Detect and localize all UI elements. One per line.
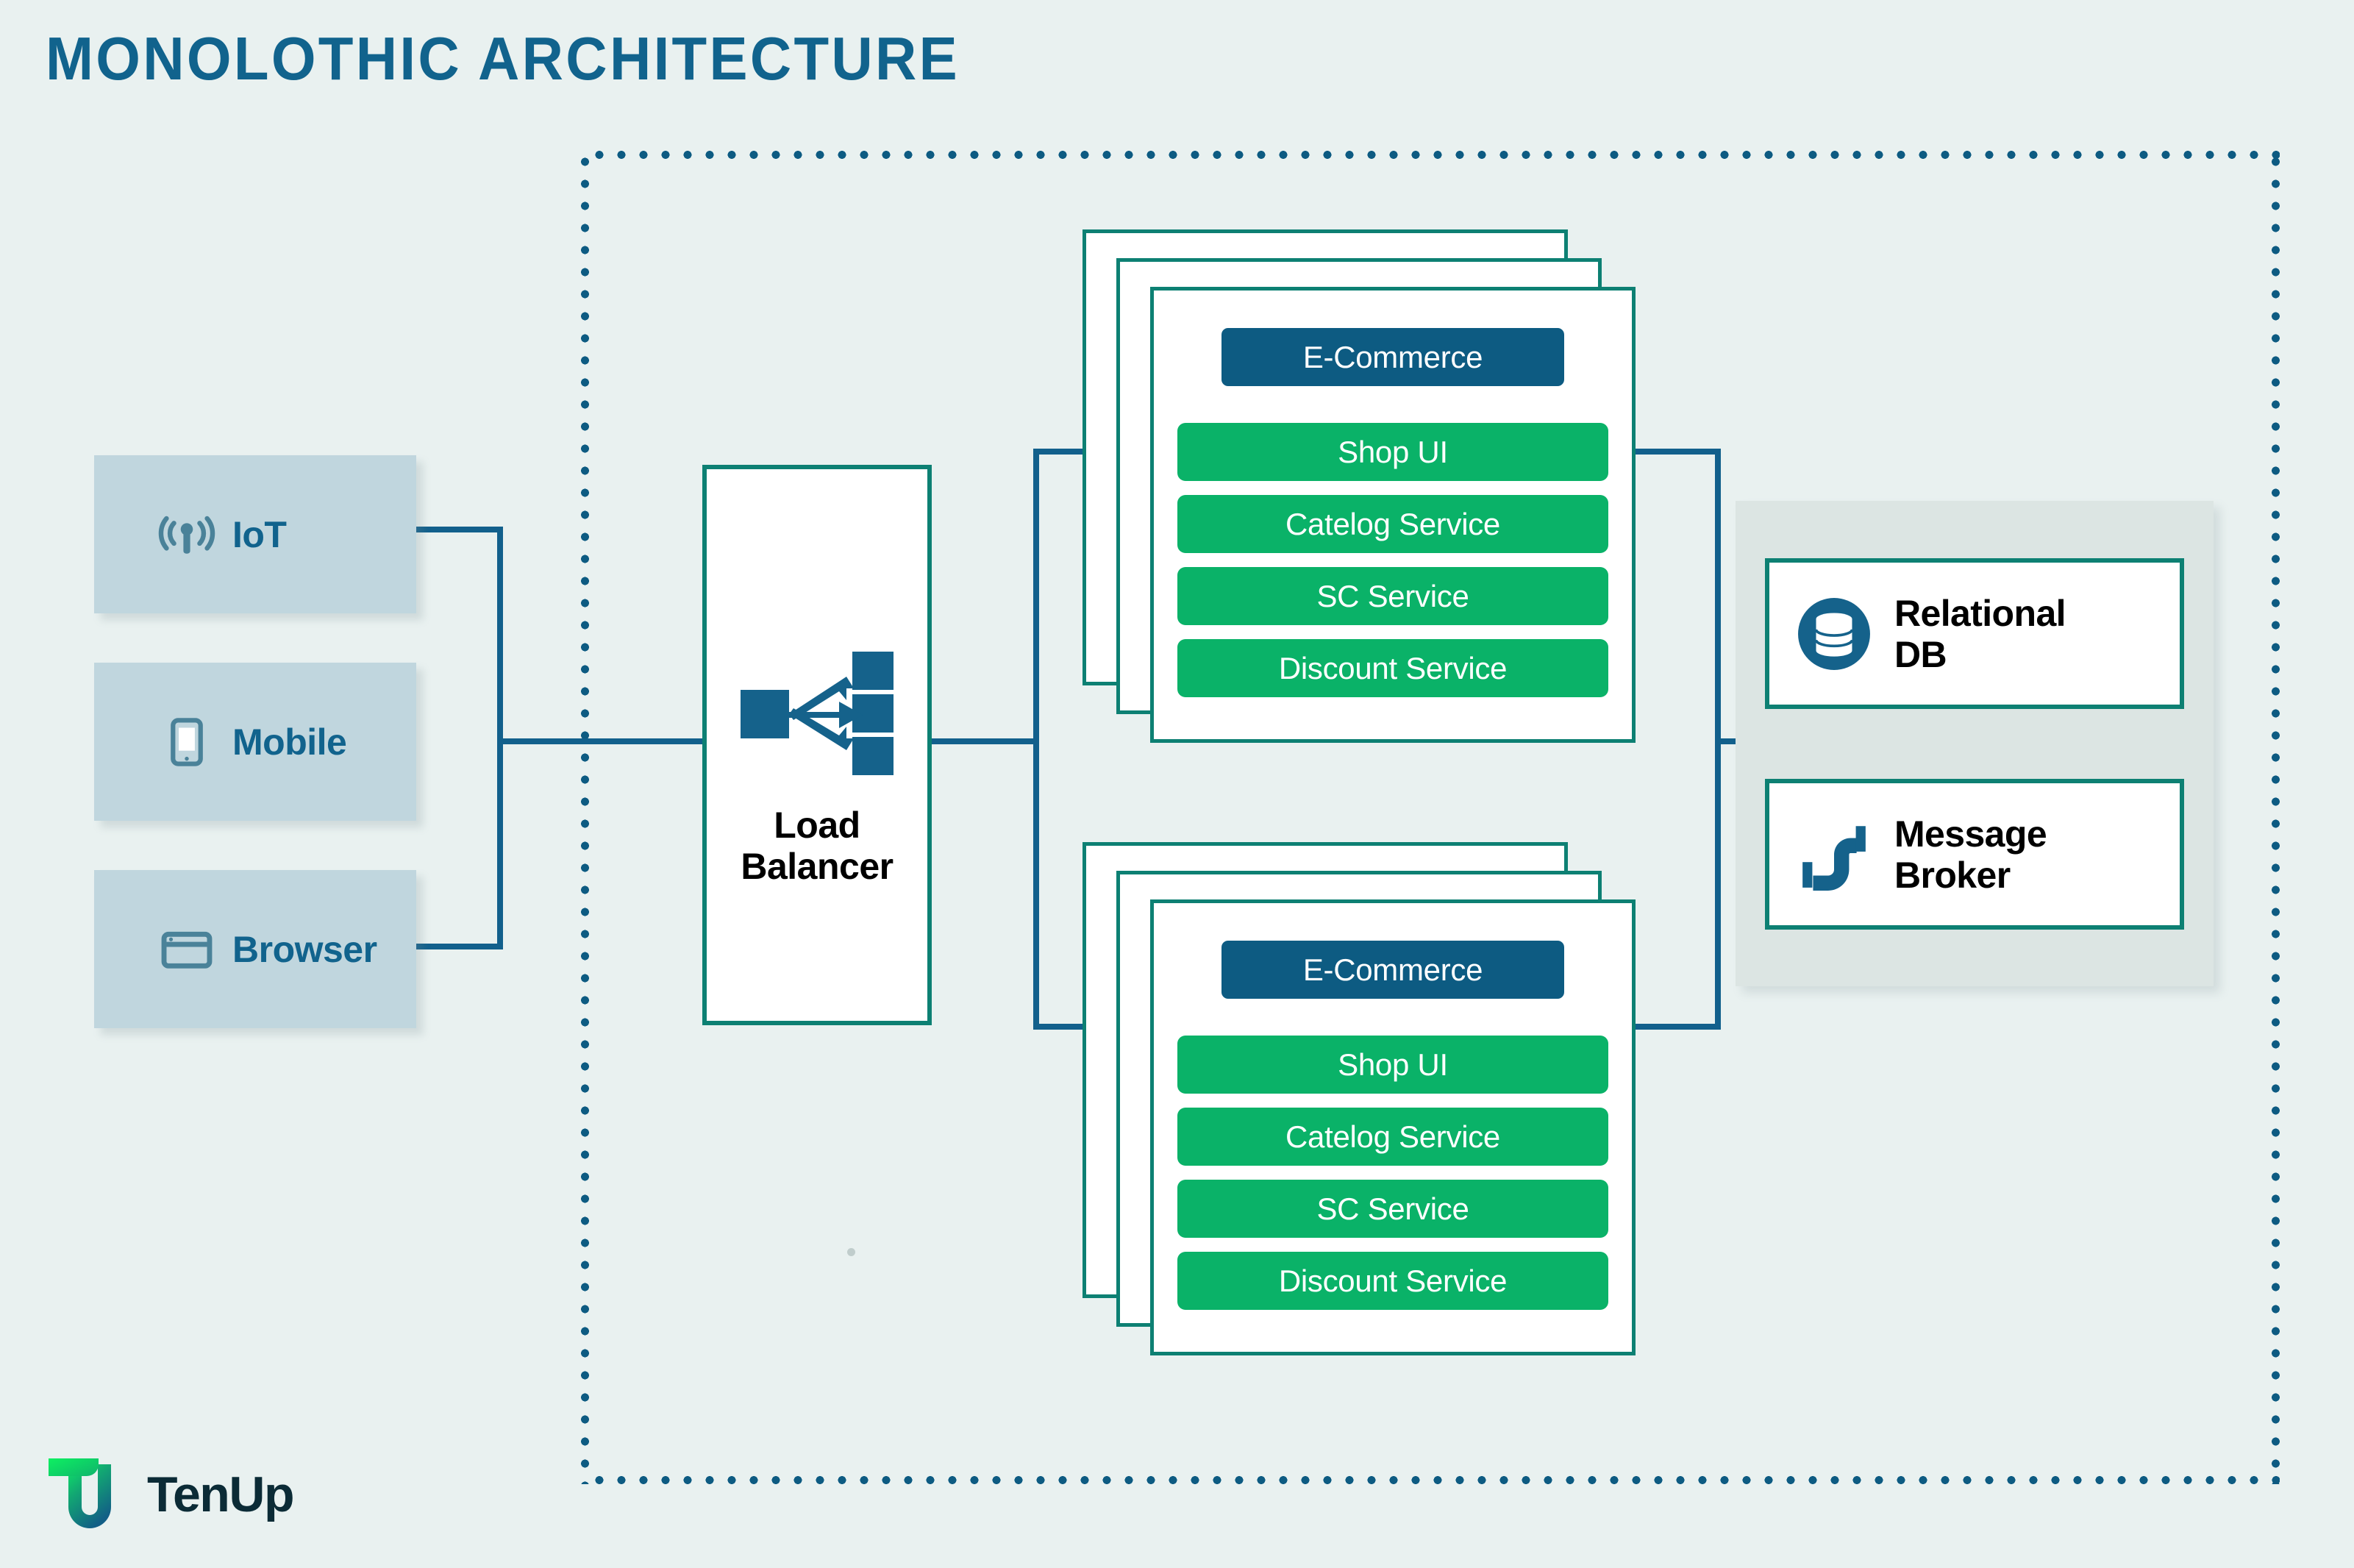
load-balancer-label-line2: Balancer	[741, 846, 894, 887]
service-list-top: Shop UI Catelog Service SC Service Disco…	[1177, 423, 1608, 697]
wire-lb-to-split	[927, 738, 1039, 744]
wire-iot-to-bus	[409, 527, 503, 532]
iot-antenna-icon	[153, 501, 221, 569]
load-balancer-label: Load Balancer	[741, 805, 894, 887]
service-pill-shop-ui[interactable]: Shop UI	[1177, 423, 1608, 481]
client-label-mobile: Mobile	[232, 721, 347, 763]
service-pill-catelog[interactable]: Catelog Service	[1177, 1108, 1608, 1166]
service-pill-sc[interactable]: SC Service	[1177, 1180, 1608, 1238]
load-balancer-label-line1: Load	[774, 805, 860, 846]
relational-db-label-line1: Relational	[1894, 592, 2066, 634]
wire-browser-to-bus	[409, 944, 503, 949]
monolith-instance-front[interactable]: E-Commerce Shop UI Catelog Service SC Se…	[1150, 287, 1636, 743]
monolith-header-top: E-Commerce	[1221, 328, 1564, 386]
load-balancer-box[interactable]: Load Balancer	[702, 465, 932, 1025]
client-box-browser[interactable]: Browser	[94, 870, 416, 1028]
client-label-iot: IoT	[232, 513, 287, 555]
system-boundary-left	[581, 151, 589, 1484]
client-box-mobile[interactable]: Mobile	[94, 663, 416, 821]
monolith-header-bottom: E-Commerce	[1221, 941, 1564, 999]
system-boundary-top	[588, 151, 2280, 159]
tenup-t-u-monogram-icon	[46, 1451, 134, 1538]
service-pill-shop-ui[interactable]: Shop UI	[1177, 1036, 1608, 1094]
system-boundary-right	[2272, 151, 2280, 1484]
service-pill-sc[interactable]: SC Service	[1177, 567, 1608, 625]
stray-dot-artifact	[847, 1248, 855, 1256]
system-boundary-bottom	[588, 1476, 2280, 1484]
message-broker-label-line1: Message	[1894, 813, 2047, 855]
mobile-device-icon	[153, 708, 221, 776]
monolith-stack-bottom: E-Commerce Shop UI Catelog Service SC Se…	[1083, 842, 1641, 1364]
tenup-logo[interactable]: TenUp	[46, 1451, 295, 1538]
relational-db-label-line2: DB	[1894, 633, 1947, 675]
relational-db-label: Relational DB	[1894, 593, 2066, 675]
message-broker-box[interactable]: Message Broker	[1765, 779, 2184, 930]
wire-lb-split-vertical	[1033, 449, 1039, 1030]
client-label-browser: Browser	[232, 928, 377, 970]
diagram-canvas: MONOLOTHIC ARCHITECTURE IoT Mobile Brows…	[0, 0, 2354, 1568]
browser-window-icon	[153, 916, 221, 983]
data-layer-panel: Relational DB Message Broker	[1736, 501, 2214, 986]
relational-db-box[interactable]: Relational DB	[1765, 558, 2184, 709]
service-list-bottom: Shop UI Catelog Service SC Service Disco…	[1177, 1036, 1608, 1310]
message-broker-label-line2: Broker	[1894, 854, 2011, 896]
monolith-instance-front[interactable]: E-Commerce Shop UI Catelog Service SC Se…	[1150, 899, 1636, 1355]
client-box-iot[interactable]: IoT	[94, 455, 416, 613]
service-pill-catelog[interactable]: Catelog Service	[1177, 495, 1608, 553]
message-broker-label: Message Broker	[1894, 813, 2047, 896]
monolith-stack-top: E-Commerce Shop UI Catelog Service SC Se…	[1083, 229, 1641, 752]
service-pill-discount[interactable]: Discount Service	[1177, 1252, 1608, 1310]
page-title: MONOLOTHIC ARCHITECTURE	[46, 24, 960, 93]
load-balancer-fanout-icon	[736, 647, 898, 780]
database-cylinder-icon	[1794, 594, 1874, 674]
pipe-connector-icon	[1794, 815, 1874, 894]
wire-bus-to-load-balancer	[497, 738, 707, 744]
service-pill-discount[interactable]: Discount Service	[1177, 639, 1608, 697]
tenup-logo-text: TenUp	[147, 1467, 295, 1522]
